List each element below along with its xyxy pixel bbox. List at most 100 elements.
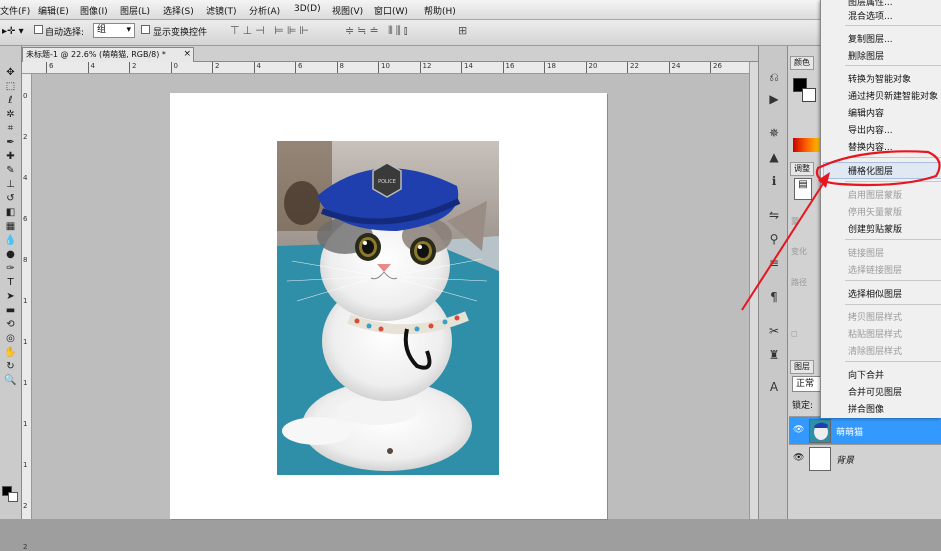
menu-item-edit-contents[interactable]: 编辑内容 — [848, 106, 884, 119]
ruler-tick-label: 6 — [23, 215, 28, 223]
menu-3d[interactable]: 3D(D) — [294, 4, 321, 14]
clone-stamp-icon[interactable]: ⊥ — [3, 178, 18, 191]
menu-item-paste-layer-style[interactable]: 粘贴图层样式 — [848, 327, 902, 340]
color-panel-tab[interactable]: 颜色 — [790, 56, 814, 70]
tools-panel-icon[interactable]: ✂ — [766, 324, 782, 338]
document-tab[interactable]: 未标题-1 @ 22.6% (萌萌猫, RGB/8) * × — [22, 47, 194, 62]
menu-item-convert-smart-object[interactable]: 转换为智能对象 — [848, 72, 911, 85]
menu-separator — [845, 25, 941, 26]
menu-item-merge-down[interactable]: 向下合并 — [848, 368, 884, 381]
eye-icon[interactable]: 👁 — [793, 453, 804, 463]
move-tool-icon[interactable]: ▸✛ ▾ — [2, 26, 24, 37]
menu-item-blending-options[interactable]: 混合选项... — [848, 9, 893, 22]
annotation-arrow-head — [818, 172, 830, 188]
menu-image[interactable]: 图像(I) — [80, 4, 108, 17]
background-color-swatch[interactable] — [8, 492, 18, 502]
path-select-icon[interactable]: ➤ — [3, 290, 18, 303]
marquee-tool-icon[interactable]: ⬚ — [3, 80, 18, 93]
menu-window[interactable]: 窗口(W) — [374, 4, 408, 17]
layer-name-background[interactable]: 背景 — [836, 453, 854, 466]
ruler-tick-label: 18 — [544, 62, 556, 73]
ruler-tick-label: 10 — [378, 62, 390, 73]
distribute-buttons-icon[interactable]: ≑≒≐ ⫴⫼⫾ — [345, 24, 410, 38]
auto-align-icon[interactable]: ⊞ — [458, 24, 467, 37]
eraser-tool-icon[interactable]: ◧ — [3, 206, 18, 219]
menu-filter[interactable]: 滤镜(T) — [206, 4, 237, 17]
ruler-tick-label: 2 — [23, 502, 28, 510]
red-annotation — [741, 150, 941, 311]
3d-orbit-icon[interactable]: ◎ — [3, 332, 18, 345]
layer-row-cat[interactable]: 👁 萌萌猫 — [789, 416, 941, 444]
healing-brush-icon[interactable]: ✚ — [3, 150, 18, 163]
chevron-down-icon: ▾ — [126, 25, 131, 35]
lasso-tool-icon[interactable]: ℓ — [3, 94, 18, 107]
ruler-tick-label: 0 — [170, 62, 178, 73]
dodge-tool-icon[interactable]: ● — [3, 248, 18, 261]
rotate-view-icon[interactable]: ↻ — [3, 360, 18, 373]
menu-layer[interactable]: 图层(L) — [120, 4, 150, 17]
gradient-tool-icon[interactable]: ▦ — [3, 220, 18, 233]
ruler-tick-label: 1 — [23, 420, 28, 428]
layer-row-background[interactable]: 👁 背景 — [789, 444, 941, 472]
layer-name-cat[interactable]: 萌萌猫 — [836, 425, 863, 438]
auto-select-dropdown[interactable]: 组 ▾ — [93, 23, 135, 38]
eyedropper-icon[interactable]: ✒ — [3, 136, 18, 149]
cat-photo[interactable]: POLICE — [277, 141, 499, 475]
menu-analysis[interactable]: 分析(A) — [249, 4, 280, 17]
panel-background-swatch[interactable] — [802, 88, 816, 102]
annotation-arrow-line — [741, 175, 829, 311]
ruler-tick-label: 26 — [710, 62, 722, 73]
ruler-tick-label: 2 — [212, 62, 219, 73]
ruler-tick-label: 8 — [336, 62, 344, 73]
magic-wand-icon[interactable]: ✲ — [3, 108, 18, 121]
align-buttons-icon[interactable]: ⊤⊥⊣ ⊨⊫⊩ — [230, 24, 312, 37]
ruler-tick-label: 4 — [87, 62, 95, 73]
ruler-tick-label: 8 — [23, 256, 28, 264]
document-tab-bar: 未标题-1 @ 22.6% (萌萌猫, RGB/8) * × — [22, 46, 758, 62]
ruler-tick-label: 1 — [23, 461, 28, 469]
blend-mode-value: 正常 — [796, 379, 815, 389]
menu-select[interactable]: 选择(S) — [163, 4, 194, 17]
toolbox: ✥ ⬚ ℓ ✲ ⌗ ✒ ✚ ✎ ⊥ ↺ ◧ ▦ 💧 ● ✑ T ➤ ▬ ⟲ ◎ … — [0, 46, 22, 519]
pen-tool-icon[interactable]: ✑ — [3, 262, 18, 275]
layers-panel-tab[interactable]: 图层 — [790, 360, 814, 374]
menu-item-duplicate-layer[interactable]: 复制图层... — [848, 32, 893, 45]
menu-view[interactable]: 视图(V) — [332, 4, 363, 17]
layer-thumbnail-cat — [809, 419, 831, 443]
eye-icon[interactable]: 👁 — [793, 425, 804, 435]
history-panel-icon[interactable]: ⎌ — [766, 70, 782, 84]
brush-tool-icon[interactable]: ✎ — [3, 164, 18, 177]
type-tool-icon[interactable]: T — [3, 276, 18, 289]
menu-item-layer-properties[interactable]: 图层属性... — [848, 0, 893, 8]
close-icon[interactable]: × — [183, 48, 191, 61]
menu-edit[interactable]: 编辑(E) — [38, 4, 69, 17]
move-tool-icon[interactable]: ✥ — [3, 66, 18, 79]
menu-help[interactable]: 帮助(H) — [424, 4, 456, 17]
ruler-tick-label: 16 — [502, 62, 514, 73]
menu-file[interactable]: 文件(F) — [0, 4, 30, 17]
annotation-circle — [815, 150, 941, 187]
ruler-tick-label: 22 — [627, 62, 639, 73]
vertical-ruler: 0 2 4 6 8 1 1 1 1 1 2 2 — [22, 74, 32, 551]
panel-faded-icon: ◻ — [791, 329, 798, 338]
menu-item-flatten-image[interactable]: 拼合图像 — [848, 402, 884, 415]
menu-item-delete-layer[interactable]: 删除图层 — [848, 49, 884, 62]
character-panel-icon[interactable]: A — [766, 380, 782, 394]
show-transform-checkbox[interactable] — [141, 25, 150, 34]
crop-tool-icon[interactable]: ⌗ — [3, 122, 18, 135]
shape-tool-icon[interactable]: ▬ — [3, 304, 18, 317]
menu-item-clear-layer-style[interactable]: 清除图层样式 — [848, 344, 902, 357]
ruler-tick-label: 1 — [23, 379, 28, 387]
menu-item-merge-visible[interactable]: 合并可见图层 — [848, 385, 902, 398]
blur-tool-icon[interactable]: 💧 — [3, 234, 18, 247]
auto-select-checkbox[interactable] — [34, 25, 43, 34]
ruler-tick-label: 20 — [585, 62, 597, 73]
actions-panel-icon[interactable]: ▶ — [766, 92, 782, 106]
ruler-tick-label: 1 — [23, 297, 28, 305]
hand-tool-icon[interactable]: ✋ — [3, 346, 18, 359]
3d-panel-icon[interactable]: ♜ — [766, 348, 782, 362]
menu-item-new-smart-object-via-copy[interactable]: 通过拷贝新建智能对象 — [848, 89, 938, 102]
3d-rotate-icon[interactable]: ⟲ — [3, 318, 18, 331]
history-brush-icon[interactable]: ↺ — [3, 192, 18, 205]
zoom-tool-icon[interactable]: 🔍 — [3, 374, 18, 387]
